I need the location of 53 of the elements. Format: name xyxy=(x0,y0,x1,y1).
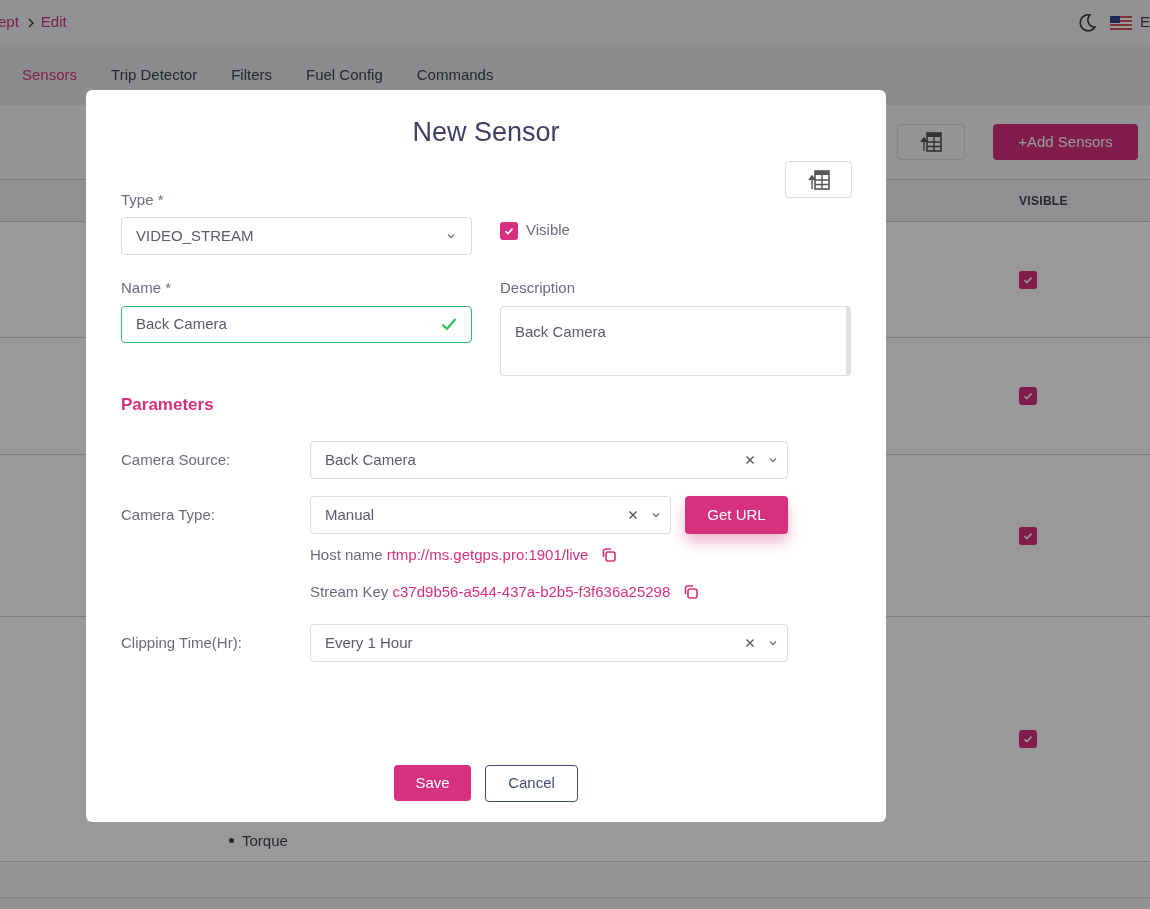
breadcrumb-link[interactable]: Edit xyxy=(40,11,67,34)
clear-icon[interactable] xyxy=(745,638,755,648)
save-button[interactable]: Save xyxy=(394,765,471,801)
link[interactable]: rtmp://ms.getgps.pro:1901/live xyxy=(386,546,589,563)
tab[interactable]: Commands xyxy=(416,63,494,87)
field-label: Camera Type: xyxy=(121,504,216,525)
check-icon xyxy=(441,317,457,331)
dialog-title: New Sensor xyxy=(411,116,561,149)
checkbox[interactable] xyxy=(1019,730,1037,748)
field-label: Clipping Time(Hr): xyxy=(121,632,243,653)
field-label: Camera Source: xyxy=(121,449,232,470)
check-icon xyxy=(1022,733,1034,745)
clear-icon[interactable] xyxy=(745,455,755,465)
clear-icon[interactable] xyxy=(628,510,638,520)
link[interactable]: c37d9b56-a544-437a-b2b5-f3f636a25298 xyxy=(392,582,671,600)
cancel-button[interactable]: Cancel xyxy=(485,765,578,802)
checkbox-label: Visible xyxy=(526,220,570,241)
type-select[interactable]: VIDEO_STREAM xyxy=(121,217,472,255)
table-icon xyxy=(807,169,830,190)
field-label: Name * xyxy=(121,278,173,298)
tab[interactable]: Filters xyxy=(231,63,272,87)
visible-checkbox[interactable] xyxy=(500,221,518,240)
select-field[interactable]: Manual xyxy=(310,496,671,534)
add-sensors-button[interactable]: +Add Sensors xyxy=(993,124,1138,160)
column-header: VISIBLE xyxy=(1019,192,1068,210)
checkbox[interactable] xyxy=(1019,526,1037,545)
tab[interactable]: Sensors xyxy=(22,63,78,87)
language-label[interactable]: E xyxy=(1140,11,1150,34)
moon-icon[interactable] xyxy=(1076,11,1098,34)
description-field[interactable]: Back Camera xyxy=(500,305,851,376)
table-settings-button[interactable] xyxy=(897,124,965,160)
get-url-button[interactable]: Get URL xyxy=(685,496,788,534)
chevron-icon xyxy=(26,17,35,28)
check-icon xyxy=(1022,390,1034,402)
copy-icon[interactable] xyxy=(682,582,701,601)
flag-icon[interactable] xyxy=(1110,15,1132,30)
tab[interactable]: Fuel Config xyxy=(306,63,383,87)
table-icon xyxy=(920,132,942,152)
field-label: Type * xyxy=(121,189,165,210)
section-heading: Parameters xyxy=(120,393,215,416)
list-item: Torque xyxy=(242,831,288,851)
select-field[interactable]: Every 1 Hour xyxy=(310,624,788,662)
checkbox[interactable] xyxy=(1019,387,1037,405)
name-field[interactable]: Back Camera xyxy=(121,305,472,343)
table-settings-button[interactable] xyxy=(785,161,852,198)
info-text: Host name rtmp://ms.getgps.pro:1901/live xyxy=(310,545,589,565)
bullet-icon xyxy=(229,838,234,843)
field-label: Description xyxy=(500,278,577,298)
info-text: Stream Key c37d9b56-a544-437a-b2b5-f3f636a25298 xyxy=(310,581,671,602)
tab[interactable]: Trip Detector xyxy=(111,63,198,87)
select-field[interactable]: Back Camera xyxy=(310,441,788,479)
copy-icon[interactable] xyxy=(600,546,619,565)
checkbox[interactable] xyxy=(1019,270,1037,289)
